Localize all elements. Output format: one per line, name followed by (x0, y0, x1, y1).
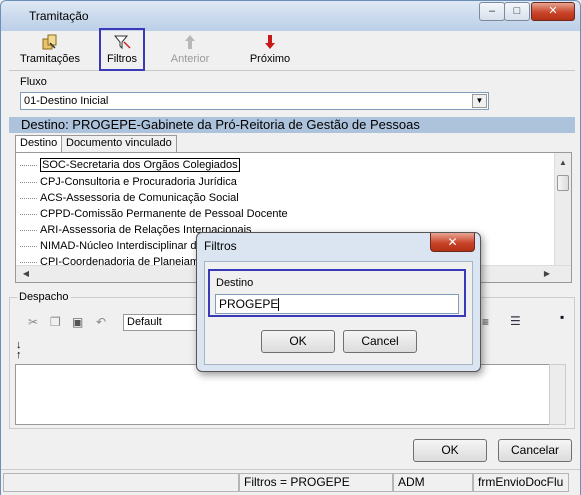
filter-icon (101, 33, 143, 53)
filtros-dialog: Filtros ✕ Destino PROGEPE OK Cancel (196, 232, 481, 372)
status-user: ADM (393, 473, 473, 492)
arrow-down-icon (245, 33, 295, 53)
close-button[interactable]: ✕ (531, 2, 575, 21)
status-panel-empty (3, 473, 239, 492)
save-icon[interactable]: ▪ (560, 310, 564, 324)
scroll-up-icon[interactable]: ▲ (555, 155, 571, 171)
undo-icon[interactable]: ↶ (96, 315, 106, 329)
tree-item[interactable]: CPJ-Consultoria e Procuradoria Jurídica (16, 174, 237, 190)
tree-item[interactable]: ACS-Assessoria de Comunicação Social (16, 190, 239, 206)
list-icon[interactable]: ☰ (510, 314, 521, 328)
tree-vertical-scrollbar[interactable]: ▲ (554, 153, 571, 265)
tramitacoes-label: Tramitações (19, 53, 81, 65)
window-title: Tramitação (29, 9, 89, 23)
scroll-thumb[interactable] (557, 175, 569, 191)
dialog-close-button[interactable]: ✕ (430, 233, 475, 252)
despacho-textarea[interactable] (15, 364, 550, 425)
anterior-label: Anterior (170, 53, 210, 65)
status-filtros: Filtros = PROGEPE (239, 473, 393, 492)
destino-header: Destino: PROGEPE-Gabinete da Pró-Reitori… (9, 117, 575, 133)
anterior-button[interactable]: Anterior (165, 33, 215, 71)
font-select[interactable]: Default (123, 314, 203, 331)
fluxo-label: Fluxo (20, 76, 47, 88)
scroll-left-icon[interactable]: ◀ (18, 266, 34, 282)
paragraph-spacing-icon[interactable]: ↓ ↑ (16, 340, 22, 361)
ok-button[interactable]: OK (413, 439, 487, 462)
fluxo-select[interactable]: 01-Destino Inicial ▼ (20, 92, 489, 110)
arrow-up-icon (165, 33, 215, 53)
tramitacoes-icon (15, 33, 85, 53)
maximize-button[interactable]: □ (504, 2, 530, 21)
fluxo-value: 01-Destino Inicial (24, 95, 109, 107)
chevron-down-icon[interactable]: ▼ (472, 94, 487, 108)
proximo-label: Próximo (249, 53, 291, 65)
proximo-button[interactable]: Próximo (245, 33, 295, 71)
status-bar: Filtros = PROGEPE ADM frmEnvioDocFlu (1, 469, 580, 495)
status-form: frmEnvioDocFlu (473, 473, 569, 492)
tramitacoes-button[interactable]: Tramitações (15, 33, 85, 71)
tab-documento-vinculado[interactable]: Documento vinculado (61, 135, 177, 152)
cancelar-button[interactable]: Cancelar (498, 439, 572, 462)
justify-icon[interactable]: ≡ (482, 315, 489, 329)
filtros-button[interactable]: Filtros (99, 28, 145, 71)
cut-icon[interactable]: ✂ (28, 315, 38, 329)
copy-icon[interactable]: ❐ (50, 315, 61, 329)
dialog-title: Filtros (204, 239, 237, 253)
minimize-button[interactable]: – (479, 2, 505, 21)
dialog-cancel-button[interactable]: Cancel (343, 330, 417, 353)
paste-icon[interactable]: ▣ (72, 315, 83, 329)
dialog-ok-button[interactable]: OK (261, 330, 335, 353)
tree-item[interactable]: NIMAD-Núcleo Interdisciplinar do (16, 238, 203, 254)
dialog-destino-label: Destino (216, 277, 254, 289)
title-bar[interactable]: Tramitação – □ ✕ (1, 1, 580, 31)
scroll-right-icon[interactable]: ▶ (539, 266, 555, 282)
despacho-scrollbar[interactable] (549, 364, 566, 425)
filtros-label: Filtros (107, 53, 137, 65)
destino-filter-input[interactable]: PROGEPE (215, 294, 459, 314)
tab-destino[interactable]: Destino (15, 135, 63, 153)
tree-item[interactable]: SOC-Secretaria dos Orgãos Colegiados (16, 157, 240, 173)
toolbar: Tramitações Filtros Anterior Próximo (9, 28, 575, 71)
tree-item[interactable]: CPPD-Comissão Permanente de Pessoal Doce… (16, 206, 288, 222)
despacho-label: Despacho (17, 291, 71, 303)
